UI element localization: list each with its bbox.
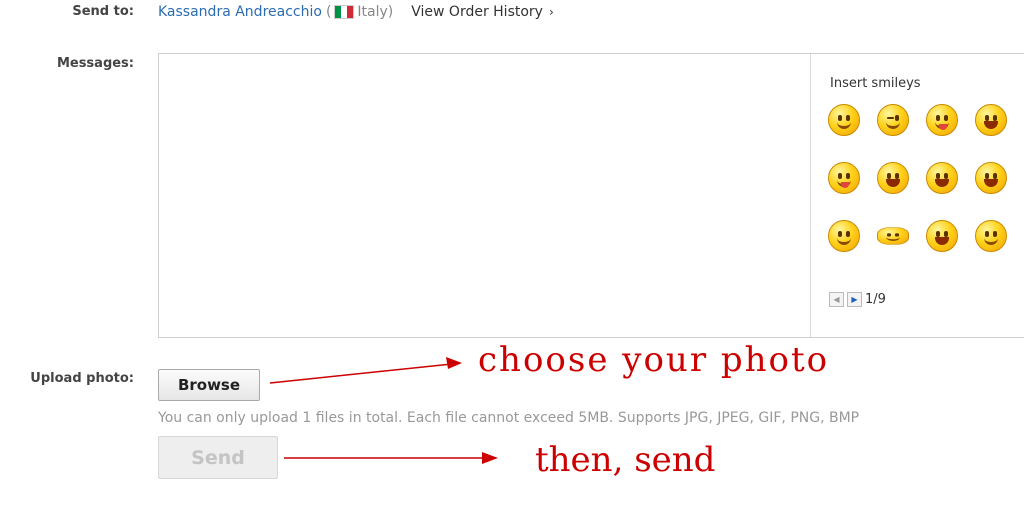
italy-flag-icon — [334, 5, 355, 19]
messages-label: Messages: — [56, 56, 134, 71]
browse-button[interactable]: Browse — [158, 369, 260, 401]
send-button[interactable]: Send — [158, 436, 278, 479]
message-textarea[interactable] — [159, 54, 811, 337]
smileys-title: Insert smileys — [830, 76, 921, 91]
send-to-label: Send to: — [72, 4, 134, 19]
smiley-panel: Insert smileys ◀ ▶ 1/9 — [812, 54, 1024, 337]
recipient-link[interactable]: Kassandra Andreacchio — [158, 4, 322, 20]
chevron-right-icon: › — [548, 5, 554, 19]
annotation-choose-photo: choose your photo — [478, 340, 830, 380]
shy-laugh-icon[interactable] — [926, 220, 958, 252]
giggle-icon[interactable] — [975, 104, 1007, 136]
page-indicator: 1/9 — [865, 292, 886, 307]
annotation-then-send: then, send — [535, 440, 716, 480]
laughing-tears-icon[interactable] — [926, 162, 958, 194]
recipient-country: Italy) — [357, 4, 394, 20]
wink-kiss-icon[interactable] — [877, 104, 909, 136]
squint-icon[interactable] — [877, 227, 909, 245]
upload-hint: You can only upload 1 files in total. Ea… — [158, 410, 860, 426]
drooling-icon[interactable] — [828, 162, 860, 194]
smile-icon[interactable] — [828, 104, 860, 136]
view-order-history-link[interactable]: View Order History › — [411, 4, 554, 20]
arrow-to-choose — [269, 357, 462, 384]
message-composer: Insert smileys ◀ ▶ 1/9 — [158, 53, 1024, 338]
view-order-history-label: View Order History — [411, 4, 543, 20]
send-to-row: Kassandra Andreacchio ( Italy) View Orde… — [158, 4, 554, 20]
upload-photo-label: Upload photo: — [30, 371, 134, 386]
grin-icon[interactable] — [975, 220, 1007, 252]
tongue-out-icon[interactable] — [926, 104, 958, 136]
next-page-icon[interactable]: ▶ — [847, 292, 862, 307]
hiding-face-icon[interactable] — [828, 220, 860, 252]
smiley-grid — [828, 104, 1024, 278]
shouting-icon[interactable] — [877, 162, 909, 194]
prev-page-icon[interactable]: ◀ — [829, 292, 844, 307]
smiley-pager: ◀ ▶ 1/9 — [829, 292, 886, 307]
blush-icon[interactable] — [975, 162, 1007, 194]
country-open-paren: ( — [325, 4, 332, 20]
arrow-to-send — [284, 452, 498, 464]
